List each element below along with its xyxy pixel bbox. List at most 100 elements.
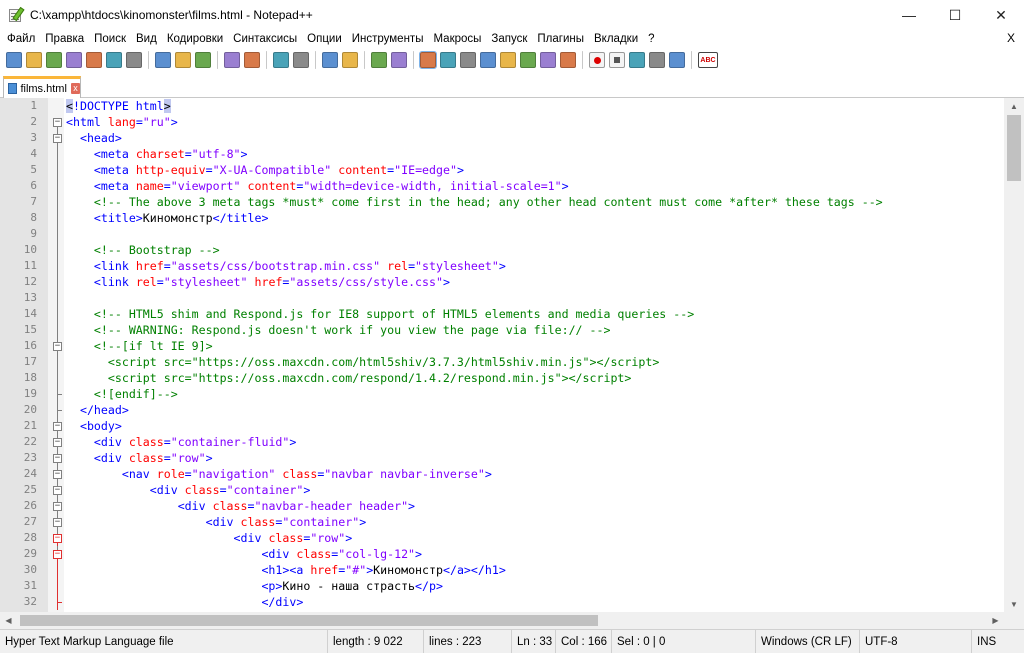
code-text[interactable]: <div class="container">: [66, 514, 367, 530]
tab-close-icon[interactable]: x: [70, 83, 80, 94]
fold-toggle-icon[interactable]: −: [53, 470, 62, 479]
code-text[interactable]: <meta name="viewport" content="width=dev…: [66, 178, 569, 194]
undo-icon[interactable]: [224, 52, 240, 68]
code-text[interactable]: <nav role="navigation" class="navbar nav…: [66, 466, 492, 482]
close-icon[interactable]: [86, 52, 102, 68]
code-text[interactable]: <div class="navbar-header header">: [66, 498, 415, 514]
menu-search[interactable]: Поиск: [89, 33, 131, 45]
menu-view[interactable]: Вид: [131, 33, 162, 45]
code-text[interactable]: <meta http-equiv="X-UA-Compatible" conte…: [66, 162, 464, 178]
code-line[interactable]: 21 − <body>: [0, 418, 1024, 434]
zoom-in-icon[interactable]: [322, 52, 338, 68]
code-text[interactable]: <p>Кино - наша страсть</p>: [66, 578, 443, 594]
zoom-out-icon[interactable]: [342, 52, 358, 68]
sync-horizontal-icon[interactable]: [391, 52, 407, 68]
show-all-chars-icon[interactable]: [440, 52, 456, 68]
tab-films-html[interactable]: films.html x: [3, 76, 81, 98]
menu-edit[interactable]: Правка: [40, 33, 89, 45]
fold-toggle-icon[interactable]: −: [53, 486, 62, 495]
code-text[interactable]: <meta charset="utf-8">: [66, 146, 248, 162]
code-text[interactable]: <![endif]-->: [66, 386, 178, 402]
code-text[interactable]: <body>: [66, 418, 122, 434]
code-line[interactable]: 4 <meta charset="utf-8">: [0, 146, 1024, 162]
code-text[interactable]: <div class="col-lg-12">: [66, 546, 422, 562]
code-text[interactable]: <link href="assets/css/bootstrap.min.css…: [66, 258, 506, 274]
code-line[interactable]: 25 − <div class="container">: [0, 482, 1024, 498]
code-line[interactable]: 27 − <div class="container">: [0, 514, 1024, 530]
vertical-scrollbar[interactable]: ▲ ▼: [1004, 98, 1024, 612]
vertical-scroll-thumb[interactable]: [1007, 115, 1021, 181]
code-text[interactable]: <html lang="ru">: [66, 114, 178, 130]
menu-file[interactable]: Файл: [0, 33, 40, 45]
code-line[interactable]: 29 − <div class="col-lg-12">: [0, 546, 1024, 562]
user-language-icon[interactable]: [480, 52, 496, 68]
code-text[interactable]: <!-- HTML5 shim and Respond.js for IE8 s…: [66, 306, 694, 322]
cut-icon[interactable]: [155, 52, 171, 68]
code-line[interactable]: 19 <![endif]-->: [0, 386, 1024, 402]
code-line[interactable]: 30 <h1><a href="#">Киномонстр</a></h1>: [0, 562, 1024, 578]
scroll-right-arrow-icon[interactable]: ▶: [987, 612, 1004, 629]
fold-toggle-icon[interactable]: −: [53, 342, 62, 351]
scroll-down-arrow-icon[interactable]: ▼: [1004, 596, 1024, 612]
menu-language[interactable]: Синтаксисы: [228, 33, 302, 45]
open-file-icon[interactable]: [26, 52, 42, 68]
minimize-button[interactable]: —: [886, 0, 932, 30]
code-text[interactable]: <!-- The above 3 meta tags *must* come f…: [66, 194, 883, 210]
fold-toggle-icon[interactable]: −: [53, 422, 62, 431]
fold-toggle-icon[interactable]: −: [53, 518, 62, 527]
code-line[interactable]: 26 − <div class="navbar-header header">: [0, 498, 1024, 514]
code-line[interactable]: 9: [0, 226, 1024, 242]
play-macro-icon[interactable]: [629, 52, 645, 68]
sync-vertical-icon[interactable]: [371, 52, 387, 68]
print-icon[interactable]: [126, 52, 142, 68]
indent-guide-icon[interactable]: [460, 52, 476, 68]
code-line[interactable]: 16 − <!--[if lt IE 9]>: [0, 338, 1024, 354]
menu-run[interactable]: Запуск: [486, 33, 532, 45]
spell-check-icon[interactable]: ABC: [698, 52, 718, 68]
save-icon[interactable]: [46, 52, 62, 68]
code-text[interactable]: <link rel="stylesheet" href="assets/css/…: [66, 274, 450, 290]
status-eol-format[interactable]: Windows (CR LF): [756, 629, 860, 653]
code-line[interactable]: 17 <script src="https://oss.maxcdn.com/h…: [0, 354, 1024, 370]
code-line[interactable]: 31 <p>Кино - наша страсть</p>: [0, 578, 1024, 594]
close-window-button[interactable]: ✕: [978, 0, 1024, 30]
code-line[interactable]: 32 </div>: [0, 594, 1024, 610]
code-line[interactable]: 11 <link href="assets/css/bootstrap.min.…: [0, 258, 1024, 274]
code-text[interactable]: <div class="row">: [66, 530, 353, 546]
stop-macro-icon[interactable]: [609, 52, 625, 68]
fold-toggle-icon[interactable]: −: [53, 134, 62, 143]
save-all-icon[interactable]: [66, 52, 82, 68]
code-line[interactable]: 20 </head>: [0, 402, 1024, 418]
code-line[interactable]: 15 <!-- WARNING: Respond.js doesn't work…: [0, 322, 1024, 338]
replace-icon[interactable]: [293, 52, 309, 68]
code-line[interactable]: 14 <!-- HTML5 shim and Respond.js for IE…: [0, 306, 1024, 322]
code-line[interactable]: 1 <!DOCTYPE html>: [0, 98, 1024, 114]
fold-toggle-icon[interactable]: −: [53, 454, 62, 463]
record-macro-icon[interactable]: [589, 52, 605, 68]
monitor-icon[interactable]: [560, 52, 576, 68]
run-macro-multiple-icon[interactable]: [649, 52, 665, 68]
paste-icon[interactable]: [195, 52, 211, 68]
menu-tools[interactable]: Инструменты: [347, 33, 429, 45]
function-list-icon[interactable]: [520, 52, 536, 68]
scroll-up-arrow-icon[interactable]: ▲: [1004, 98, 1024, 114]
code-text[interactable]: <!-- WARNING: Respond.js doesn't work if…: [66, 322, 611, 338]
code-line[interactable]: 12 <link rel="stylesheet" href="assets/c…: [0, 274, 1024, 290]
code-line[interactable]: 8 <title>Киномонстр</title>: [0, 210, 1024, 226]
menu-settings[interactable]: Опции: [302, 33, 347, 45]
folder-workspace-icon[interactable]: [540, 52, 556, 68]
new-file-icon[interactable]: [6, 52, 22, 68]
code-text[interactable]: <div class="row">: [66, 450, 213, 466]
doc-map-icon[interactable]: [500, 52, 516, 68]
code-text[interactable]: <!-- Bootstrap -->: [66, 242, 220, 258]
close-document-button[interactable]: X: [1007, 31, 1015, 45]
code-line[interactable]: 2 − <html lang="ru">: [0, 114, 1024, 130]
code-line[interactable]: 3 − <head>: [0, 130, 1024, 146]
fold-toggle-icon[interactable]: −: [53, 118, 62, 127]
menu-encoding[interactable]: Кодировки: [162, 33, 228, 45]
fold-toggle-icon[interactable]: −: [53, 550, 62, 559]
code-line[interactable]: 18 <script src="https://oss.maxcdn.com/r…: [0, 370, 1024, 386]
fold-toggle-icon[interactable]: −: [53, 438, 62, 447]
code-line[interactable]: 28 − <div class="row">: [0, 530, 1024, 546]
horizontal-scrollbar[interactable]: ◀ ▶: [0, 612, 1004, 629]
